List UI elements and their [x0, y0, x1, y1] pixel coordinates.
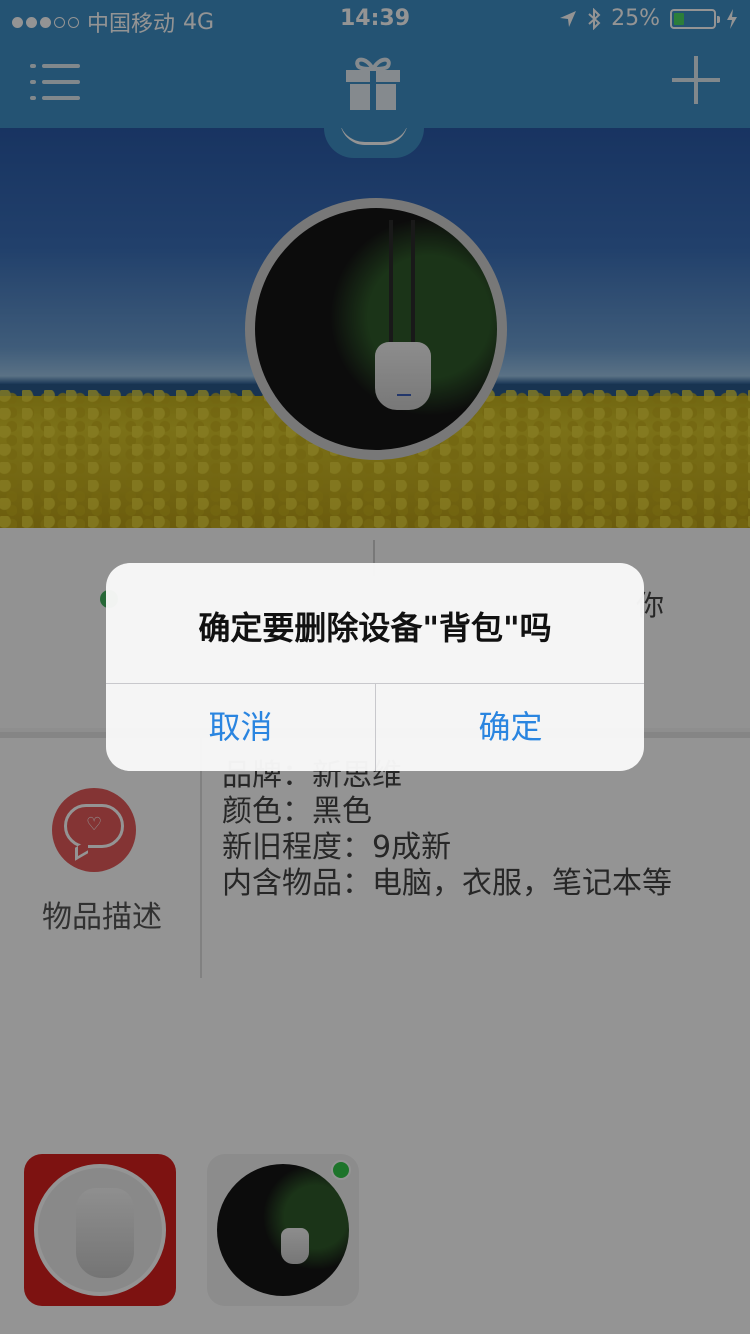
confirm-button[interactable]: 确定 [376, 684, 644, 771]
cancel-button[interactable]: 取消 [106, 684, 375, 771]
dialog-message: 确定要删除设备"背包"吗 [198, 609, 552, 647]
delete-confirm-dialog: 确定要删除设备"背包"吗 取消 确定 [106, 563, 644, 771]
